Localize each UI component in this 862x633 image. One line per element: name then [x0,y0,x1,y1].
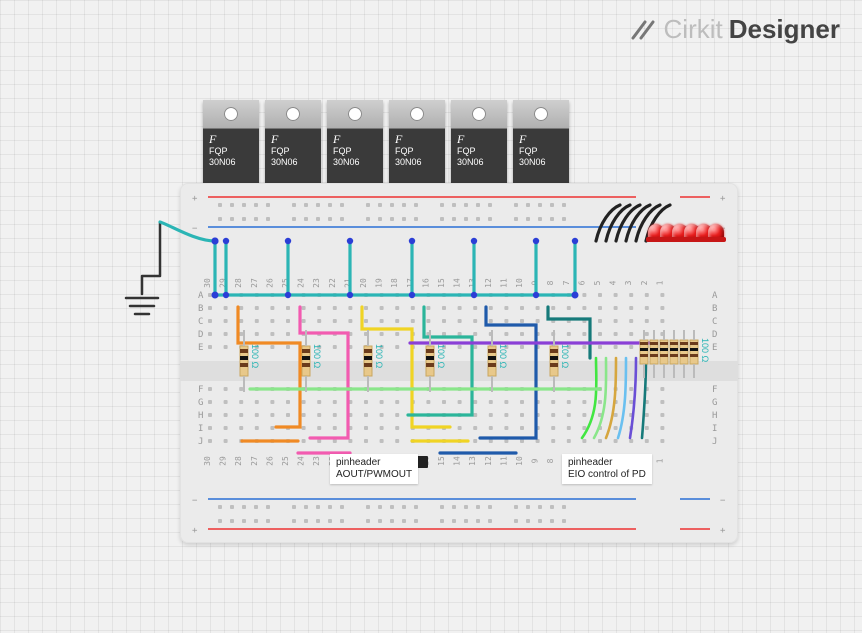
svg-text:13: 13 [468,456,477,466]
svg-text:15: 15 [437,456,446,466]
svg-text:I: I [198,424,203,434]
svg-text:+: + [720,194,726,204]
svg-text:1: 1 [655,280,664,285]
svg-text:3: 3 [624,280,633,285]
svg-text:8: 8 [546,280,555,285]
svg-text:30: 30 [203,456,212,466]
svg-text:J: J [198,437,203,447]
svg-text:28: 28 [234,278,243,288]
svg-text:19: 19 [375,278,384,288]
svg-text:15: 15 [437,278,446,288]
canvas: Cirkit Designer FFQP30N06 FFQP30N06 FFQP… [0,0,862,633]
svg-text:D: D [198,330,203,340]
svg-text:12: 12 [484,456,493,466]
svg-text:6: 6 [577,280,586,285]
svg-text:E: E [712,343,717,353]
svg-text:26: 26 [265,456,274,466]
svg-text:H: H [712,411,717,421]
svg-text:4: 4 [609,280,618,285]
svg-text:A: A [712,291,718,301]
svg-text:9: 9 [531,458,540,463]
svg-text:F: F [712,385,717,395]
svg-text:−: − [192,496,198,506]
mosfet-1: FFQP30N06 [203,100,259,190]
svg-text:−: − [720,496,726,506]
svg-text:+: + [192,526,198,536]
logo-hatch-icon [630,19,658,41]
svg-text:J: J [712,437,717,447]
brand-text-2: Designer [729,14,840,45]
svg-text:12: 12 [484,278,493,288]
svg-text:G: G [198,398,203,408]
svg-text:25: 25 [281,456,290,466]
svg-text:H: H [198,411,203,421]
svg-text:24: 24 [297,456,306,466]
svg-text:29: 29 [219,456,228,466]
svg-text:I: I [712,424,717,434]
mosfet-6: FFQP30N06 [513,100,569,190]
resistor: 100 Ω [360,330,376,392]
svg-text:2: 2 [640,280,649,285]
svg-text:14: 14 [453,456,462,466]
brand-logo: Cirkit Designer [630,14,840,45]
svg-text:−: − [192,224,198,234]
svg-text:10: 10 [515,278,524,288]
svg-text:23: 23 [312,278,321,288]
svg-text:8: 8 [546,458,555,463]
svg-text:C: C [712,317,717,327]
svg-text:18: 18 [390,278,399,288]
resistor: 100 Ω [422,330,438,392]
pinheader-1-label: pinheaderAOUT/PWMOUT [330,454,418,484]
resistor: 100 Ω [546,330,562,392]
svg-text:A: A [198,291,204,301]
svg-text:26: 26 [265,278,274,288]
svg-text:1: 1 [655,458,664,463]
resistor: 100 Ω [686,330,702,378]
svg-text:B: B [712,304,717,314]
svg-text:30: 30 [203,278,212,288]
pinheader-2-label: pinheaderEIO control of PD [562,454,652,484]
svg-text:11: 11 [499,456,508,466]
mosfet-4: FFQP30N06 [389,100,445,190]
svg-text:27: 27 [250,278,259,288]
led-6 [708,224,724,240]
brand-text-1: Cirkit [664,14,723,45]
svg-text:B: B [198,304,203,314]
svg-text:D: D [712,330,717,340]
resistor: 100 Ω [236,330,252,392]
svg-text:7: 7 [562,280,571,285]
svg-text:27: 27 [250,456,259,466]
svg-text:28: 28 [234,456,243,466]
svg-text:16: 16 [421,278,430,288]
mosfet-3: FFQP30N06 [327,100,383,190]
svg-text:G: G [712,398,717,408]
resistor: 100 Ω [298,330,314,392]
svg-text:E: E [198,343,203,353]
svg-text:+: + [720,526,726,536]
svg-text:11: 11 [499,278,508,288]
svg-text:10: 10 [515,456,524,466]
mosfet-5: FFQP30N06 [451,100,507,190]
svg-text:14: 14 [453,278,462,288]
svg-text:C: C [198,317,203,327]
svg-text:+: + [192,194,198,204]
svg-text:20: 20 [359,278,368,288]
svg-text:23: 23 [312,456,321,466]
svg-text:5: 5 [593,280,602,285]
svg-text:24: 24 [297,278,306,288]
svg-text:F: F [198,385,203,395]
ground-symbol [116,222,176,332]
svg-text:22: 22 [328,278,337,288]
mosfet-2: FFQP30N06 [265,100,321,190]
resistor: 100 Ω [484,330,500,392]
